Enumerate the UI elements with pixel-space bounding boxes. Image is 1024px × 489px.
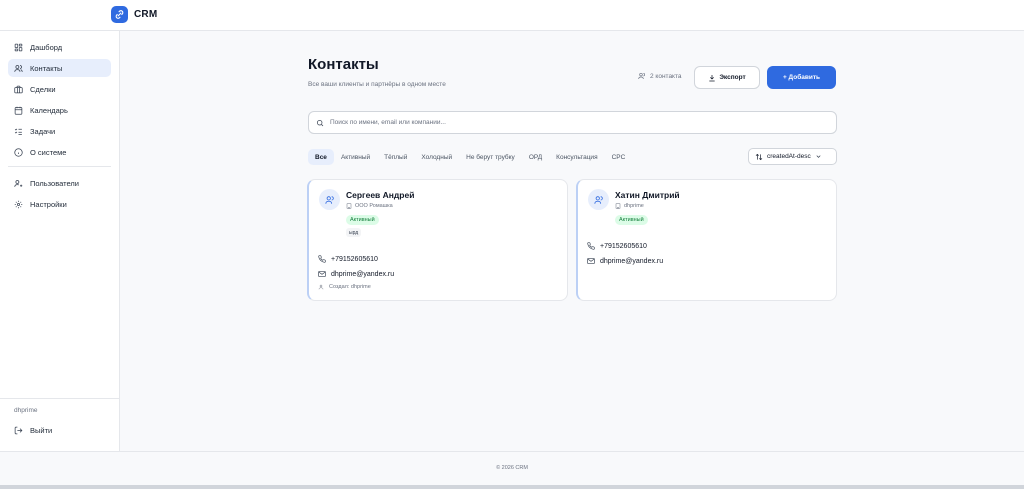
- filter-tabs: Все Активный Тёплый Холодный Не берут тр…: [308, 149, 632, 165]
- company-name: dhprime: [624, 203, 644, 209]
- filter-tab-ord[interactable]: ОРД: [522, 149, 549, 165]
- dashboard-icon: [14, 43, 23, 51]
- chevron-down-icon: [816, 155, 821, 158]
- contact-card[interactable]: Хатин Дмитрий dhprime Активный +79152605…: [576, 179, 837, 301]
- created-by-label: Создал: dhprime: [329, 284, 371, 290]
- filter-tab-no-answer[interactable]: Не берут трубку: [459, 149, 522, 165]
- sort-icon: [755, 153, 763, 160]
- deals-icon: [14, 85, 23, 93]
- app-logo[interactable]: CRM: [111, 6, 157, 23]
- phone-icon: [587, 242, 595, 250]
- top-bar: CRM: [0, 0, 1024, 31]
- add-contact-button[interactable]: + Добавить: [767, 66, 836, 89]
- sidebar-item-label: Настройки: [30, 199, 67, 209]
- export-label: Экспорт: [719, 74, 746, 81]
- gear-icon: [14, 200, 23, 208]
- sidebar-item-tasks[interactable]: Задачи: [8, 122, 111, 140]
- tasks-icon: [14, 128, 22, 135]
- contacts-icon: [593, 195, 603, 204]
- page-subtitle: Все ваши клиенты и партнёры в одном мест…: [308, 81, 446, 88]
- sidebar-item-label: Сделки: [30, 84, 56, 94]
- contact-company: ООО Ромашка: [346, 203, 393, 209]
- filter-tab-active[interactable]: Активный: [334, 149, 377, 165]
- contacts-count-label: 2 контакта: [650, 72, 682, 80]
- logout-button[interactable]: Выйти: [14, 426, 52, 435]
- info-icon: [14, 147, 23, 157]
- email-value: dhprime@yandex.ru: [600, 257, 664, 265]
- filter-tab-warm[interactable]: Тёплый: [377, 149, 414, 165]
- building-icon: [346, 203, 352, 209]
- users-icon: [14, 179, 23, 187]
- filter-tab-cold[interactable]: Холодный: [414, 149, 459, 165]
- search-input[interactable]: [330, 119, 810, 126]
- contact-card[interactable]: Сергеев Андрей ООО Ромашка Активный ырд …: [307, 179, 568, 301]
- sort-select[interactable]: createdAt-desc: [748, 148, 837, 165]
- sidebar-item-dashboard[interactable]: Дашборд: [8, 38, 111, 56]
- logo-icon: [111, 6, 128, 23]
- created-by: Создал: dhprime: [318, 284, 371, 290]
- contact-company: dhprime: [615, 203, 644, 209]
- sort-value: createdAt-desc: [767, 153, 811, 160]
- page-title: Контакты: [308, 56, 379, 73]
- sidebar-item-settings[interactable]: Настройки: [8, 195, 111, 213]
- avatar: [319, 189, 340, 210]
- contacts-icon: [14, 64, 23, 72]
- footer-copyright: © 2026 CRM: [496, 465, 528, 471]
- contacts-icon: [324, 195, 334, 204]
- contact-phone[interactable]: +79152605610: [318, 255, 378, 263]
- user-icon: [318, 284, 324, 290]
- filter-tab-all[interactable]: Все: [308, 149, 334, 165]
- sidebar-divider: [8, 166, 111, 167]
- mail-icon: [587, 258, 595, 264]
- sidebar-item-calendar[interactable]: Календарь: [8, 101, 111, 119]
- contact-phone[interactable]: +79152605610: [587, 242, 647, 250]
- export-button[interactable]: Экспорт: [694, 66, 760, 89]
- filter-tab-consultation[interactable]: Консультация: [549, 149, 604, 165]
- contacts-count: 2 контакта: [638, 72, 682, 80]
- sidebar-item-label: Календарь: [30, 105, 68, 115]
- mail-icon: [318, 271, 326, 277]
- contact-email[interactable]: dhprime@yandex.ru: [587, 257, 663, 265]
- bottom-divider: [0, 485, 1024, 489]
- sidebar-item-contacts[interactable]: Контакты: [8, 59, 111, 77]
- contact-name: Сергеев Андрей: [346, 190, 415, 200]
- page-footer: © 2026 CRM: [0, 451, 1024, 485]
- tag-badge: ырд: [346, 228, 362, 237]
- building-icon: [615, 203, 621, 209]
- email-value: dhprime@yandex.ru: [331, 270, 395, 278]
- sidebar-item-label: Задачи: [30, 126, 56, 136]
- sidebar-footer: dhprime Выйти: [0, 398, 120, 435]
- add-label: + Добавить: [782, 74, 821, 81]
- avatar: [588, 189, 609, 210]
- sidebar-item-about[interactable]: О системе: [8, 143, 111, 161]
- search-icon: [316, 119, 324, 126]
- status-badge: Активный: [615, 215, 648, 225]
- phone-value: +79152605610: [600, 242, 647, 250]
- filter-tab-cpc[interactable]: CPC: [605, 149, 633, 165]
- sidebar-item-users[interactable]: Пользователи: [8, 174, 111, 192]
- phone-icon: [318, 255, 326, 263]
- company-name: ООО Ромашка: [355, 203, 393, 209]
- logout-icon: [14, 426, 23, 435]
- sidebar-item-label: О системе: [30, 147, 67, 157]
- phone-value: +79152605610: [331, 255, 378, 263]
- sidebar-nav: Дашборд Контакты Сделки Календарь Задачи…: [8, 38, 111, 216]
- contact-email[interactable]: dhprime@yandex.ru: [318, 270, 394, 278]
- sidebar-item-label: Контакты: [30, 63, 63, 73]
- sidebar-item-label: Пользователи: [30, 178, 79, 188]
- contacts-icon: [638, 73, 645, 80]
- sidebar: Дашборд Контакты Сделки Календарь Задачи…: [0, 31, 120, 451]
- calendar-icon: [14, 106, 23, 115]
- logout-label: Выйти: [30, 426, 53, 435]
- app-name: CRM: [134, 9, 158, 20]
- main-content: Контакты Все ваши клиенты и партнёры в о…: [120, 31, 1024, 451]
- current-user: dhprime: [14, 407, 38, 414]
- download-icon: [709, 74, 715, 81]
- sidebar-item-label: Дашборд: [30, 42, 63, 52]
- sidebar-item-deals[interactable]: Сделки: [8, 80, 111, 98]
- contact-name: Хатин Дмитрий: [615, 190, 680, 200]
- status-badge: Активный: [346, 215, 379, 225]
- search-box: [308, 111, 837, 134]
